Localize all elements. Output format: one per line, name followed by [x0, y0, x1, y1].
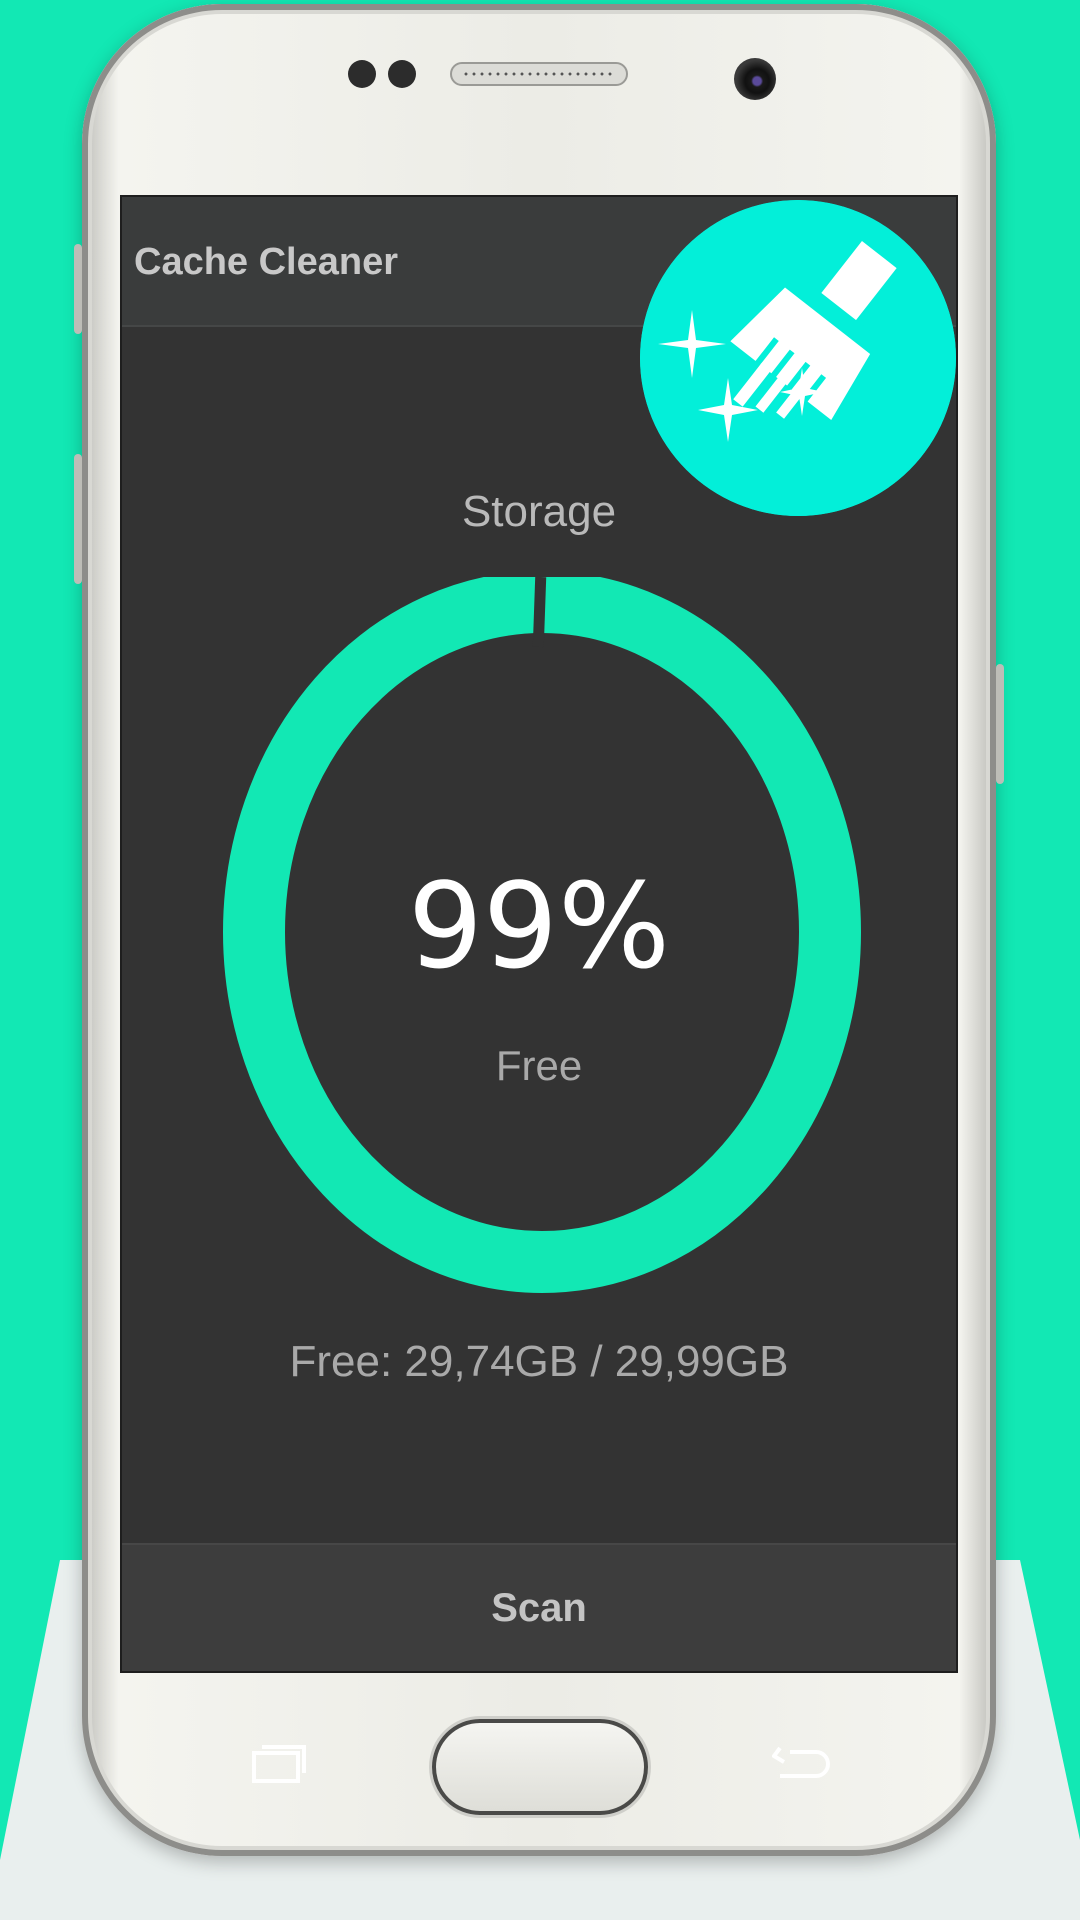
broom-sparkle-icon: [640, 200, 956, 516]
power-button: [996, 664, 1004, 784]
sensor-dot: [388, 60, 416, 88]
earpiece-speaker: [450, 62, 628, 86]
front-camera: [734, 58, 776, 100]
scan-button-label: Scan: [491, 1586, 587, 1630]
back-arrow-icon[interactable]: [772, 1742, 832, 1786]
scan-button[interactable]: Scan: [122, 1543, 956, 1671]
recent-apps-icon[interactable]: [250, 1739, 310, 1787]
free-label: Free: [495, 1042, 583, 1089]
free-percent-value: 99%: [407, 857, 671, 995]
app-title: Cache Cleaner: [134, 241, 399, 283]
sensor-dot: [348, 60, 376, 88]
volume-button: [74, 244, 82, 334]
home-button[interactable]: [432, 1719, 648, 1815]
volume-button: [74, 454, 82, 584]
free-space-detail: Free: 29,74GB / 29,99GB: [289, 1337, 789, 1386]
